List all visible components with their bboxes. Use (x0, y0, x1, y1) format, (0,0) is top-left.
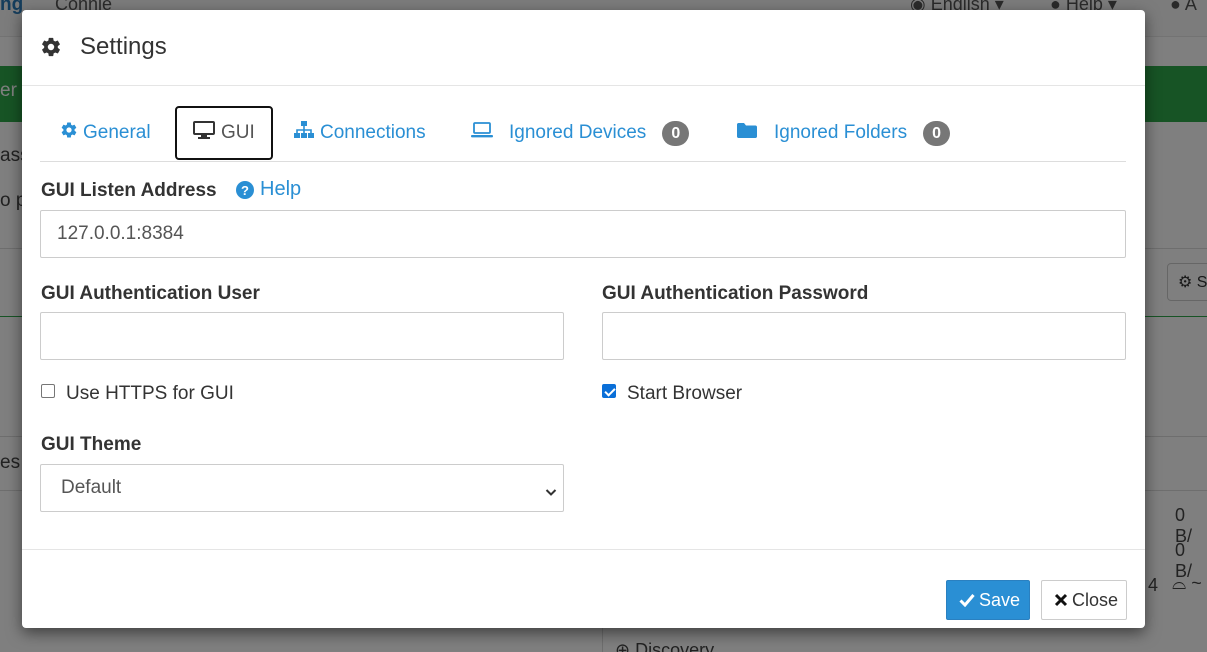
modal-footer: Save Close (22, 549, 1145, 628)
use-https-option[interactable]: Use HTTPS for GUI (41, 383, 234, 405)
check-icon (959, 593, 979, 607)
monitor-icon (193, 121, 215, 145)
tab-general[interactable]: General (60, 105, 151, 161)
start-browser-option[interactable]: Start Browser (602, 383, 742, 405)
tab-label: GUI (221, 122, 255, 143)
gui-auth-user-input[interactable] (40, 312, 564, 360)
close-icon (1054, 593, 1072, 607)
laptop-icon (471, 122, 493, 144)
gui-auth-password-input[interactable] (602, 312, 1126, 360)
modal-title: Settings (80, 33, 167, 60)
save-button[interactable]: Save (946, 580, 1030, 620)
gear-icon (60, 121, 78, 145)
close-button-label: Close (1072, 589, 1119, 610)
tab-label: Ignored Folders (774, 122, 908, 143)
svg-text:?: ? (241, 183, 249, 198)
ignored-folders-count-badge: 0 (923, 120, 951, 146)
save-button-label: Save (979, 589, 1021, 610)
gui-listen-address-input[interactable] (40, 210, 1126, 258)
question-circle-icon: ? (236, 180, 260, 199)
tab-label: General (83, 122, 151, 143)
tab-gui[interactable]: GUI (175, 106, 273, 160)
chevron-down-icon (545, 482, 557, 504)
tab-ignored-folders[interactable]: Ignored Folders 0 (736, 105, 951, 161)
use-https-checkbox[interactable] (41, 384, 55, 398)
help-link[interactable]: ? Help (236, 178, 301, 201)
gui-theme-selected-value: Default (61, 477, 122, 498)
use-https-label: Use HTTPS for GUI (66, 383, 234, 404)
help-link-label: Help (260, 178, 302, 200)
settings-modal: Settings General GUI Connections Ignored… (22, 10, 1145, 628)
start-browser-checkbox[interactable] (602, 384, 616, 398)
modal-header: Settings (22, 10, 1145, 86)
folder-icon (736, 122, 758, 145)
sitemap-icon (294, 121, 314, 145)
gear-icon (40, 36, 62, 58)
gui-auth-password-label: GUI Authentication Password (602, 283, 869, 304)
ignored-devices-count-badge: 0 (662, 120, 690, 146)
gui-listen-address-label: GUI Listen Address (41, 180, 217, 201)
tab-label: Connections (320, 122, 426, 143)
gui-auth-user-label: GUI Authentication User (41, 283, 260, 304)
tab-connections[interactable]: Connections (294, 105, 426, 161)
tab-label: Ignored Devices (509, 122, 647, 143)
gui-theme-select[interactable]: Default (40, 464, 564, 512)
start-browser-label: Start Browser (627, 383, 743, 404)
tab-ignored-devices[interactable]: Ignored Devices 0 (471, 105, 690, 161)
close-button[interactable]: Close (1041, 580, 1127, 620)
gui-theme-label: GUI Theme (41, 434, 142, 455)
settings-tabs: General GUI Connections Ignored Devices … (40, 105, 1126, 162)
